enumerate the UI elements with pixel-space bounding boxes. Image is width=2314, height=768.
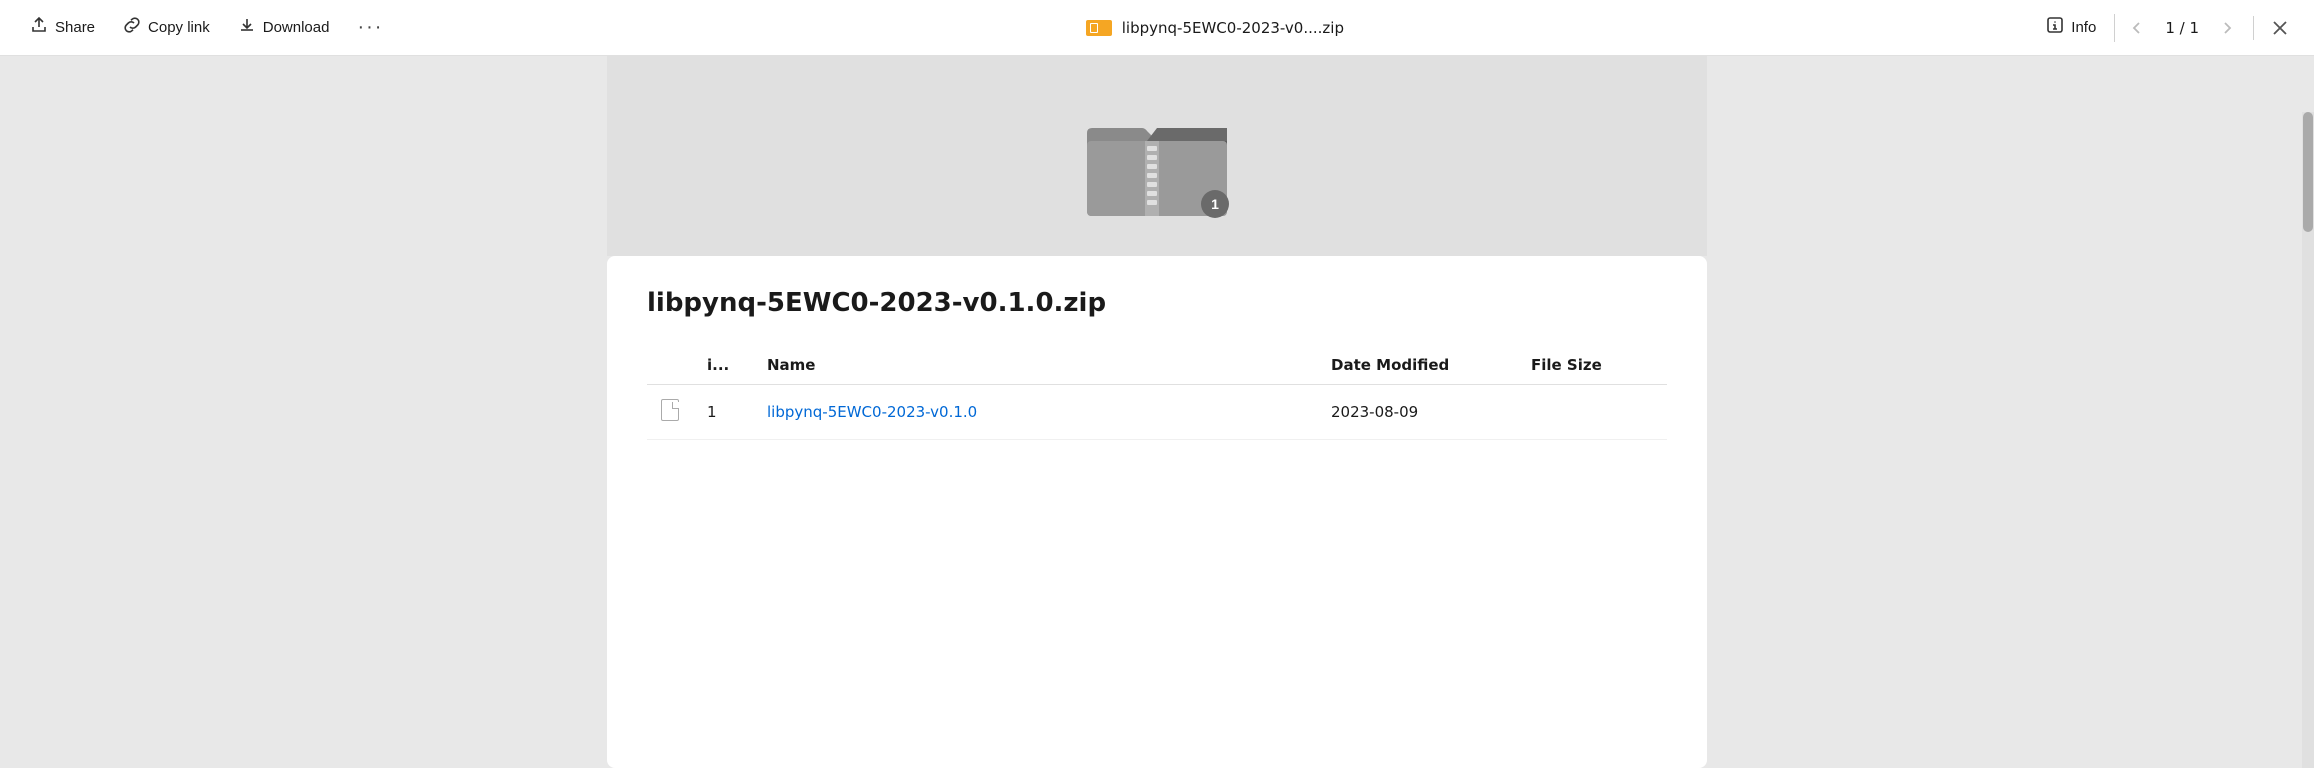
col-index-header: i... [693, 346, 753, 385]
toolbar-divider-1 [2114, 14, 2115, 42]
col-icon-header [647, 346, 693, 385]
svg-text:1: 1 [1211, 196, 1219, 212]
scrollbar-track[interactable] [2302, 112, 2314, 768]
file-name-cell: libpynq-5EWC0-2023-v0.1.0 [753, 385, 1317, 440]
file-doc-icon [647, 385, 693, 440]
share-icon [30, 16, 48, 39]
file-index: 1 [693, 385, 753, 440]
zip-folder-icon: 1 [1067, 96, 1247, 226]
more-label: ··· [357, 16, 383, 39]
file-table: i... Name Date Modified File Size 1 libp… [647, 346, 1667, 440]
download-icon [238, 16, 256, 39]
panel-wrapper: 1 libpynq-5EWC0-2023-v0.1.0.zip i... Nam… [607, 56, 1707, 768]
file-title-area: libpynq-5EWC0-2023-v0....zip [397, 18, 2032, 38]
file-name-link[interactable]: libpynq-5EWC0-2023-v0.1.0 [767, 403, 977, 421]
info-icon [2046, 16, 2064, 39]
close-button[interactable] [2262, 10, 2298, 46]
download-label: Download [263, 19, 330, 36]
col-date-header: Date Modified [1317, 346, 1517, 385]
file-card: libpynq-5EWC0-2023-v0.1.0.zip i... Name … [607, 256, 1707, 768]
download-button[interactable]: Download [224, 8, 344, 47]
file-size [1517, 385, 1667, 440]
more-button[interactable]: ··· [343, 8, 397, 47]
copy-link-icon [123, 16, 141, 39]
toolbar: Share Copy link Download ··· [0, 0, 2314, 56]
file-date: 2023-08-09 [1317, 385, 1517, 440]
zip-preview: 1 [607, 56, 1707, 256]
zip-badge-icon [1086, 18, 1112, 38]
share-button[interactable]: Share [16, 8, 109, 47]
next-button[interactable] [2209, 10, 2245, 46]
copy-link-button[interactable]: Copy link [109, 8, 224, 47]
info-button[interactable]: Info [2032, 8, 2110, 47]
table-header-row: i... Name Date Modified File Size [647, 346, 1667, 385]
copy-link-label: Copy link [148, 19, 210, 36]
nav-controls: 1 / 1 [2119, 10, 2298, 46]
prev-button[interactable] [2119, 10, 2155, 46]
scrollbar-thumb[interactable] [2303, 112, 2313, 232]
file-name-heading: libpynq-5EWC0-2023-v0.1.0.zip [647, 288, 1667, 318]
share-label: Share [55, 19, 95, 36]
info-label: Info [2071, 19, 2096, 36]
main-content: 1 libpynq-5EWC0-2023-v0.1.0.zip i... Nam… [0, 56, 2314, 768]
col-size-header: File Size [1517, 346, 1667, 385]
table-row: 1 libpynq-5EWC0-2023-v0.1.0 2023-08-09 [647, 385, 1667, 440]
file-title-text: libpynq-5EWC0-2023-v0....zip [1122, 19, 1344, 37]
page-indicator: 1 / 1 [2157, 19, 2207, 37]
col-name-header: Name [753, 346, 1317, 385]
nav-divider [2253, 16, 2254, 40]
